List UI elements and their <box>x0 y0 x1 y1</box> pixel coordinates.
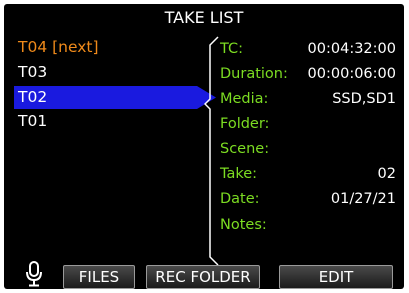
edit-button[interactable]: EDIT <box>279 265 393 289</box>
detail-value-duration: 00:00:06:00 <box>307 66 396 82</box>
detail-value-take: 02 <box>377 166 396 182</box>
screen-title: TAKE LIST <box>164 8 244 27</box>
detail-label-tc: TC: <box>220 41 244 57</box>
detail-label-date: Date: <box>220 191 260 207</box>
rec-folder-button[interactable]: REC FOLDER <box>146 265 260 289</box>
detail-label-notes: Notes: <box>220 217 267 233</box>
take-item-t01[interactable]: T01 <box>14 110 192 133</box>
detail-label-scene: Scene: <box>220 141 270 157</box>
detail-label-media: Media: <box>220 91 269 107</box>
detail-value-tc: 00:04:32:00 <box>307 41 396 57</box>
detail-value-date: 01/27/21 <box>330 191 396 207</box>
detail-label-take: Take: <box>220 166 258 182</box>
take-item-t02-selected[interactable]: T02 <box>14 86 192 109</box>
microphone-icon <box>26 261 42 287</box>
files-button[interactable]: FILES <box>63 265 135 289</box>
detail-value-media: SSD,SD1 <box>332 91 396 107</box>
detail-label-duration: Duration: <box>220 66 288 82</box>
take-item-t03[interactable]: T03 <box>14 61 192 84</box>
detail-label-folder: Folder: <box>220 116 270 132</box>
take-item-t04[interactable]: T04 [next] <box>14 36 192 59</box>
take-list-screen: TAKE LIST T04 [next] T03 T02 T01 TC: 00:… <box>4 4 404 289</box>
